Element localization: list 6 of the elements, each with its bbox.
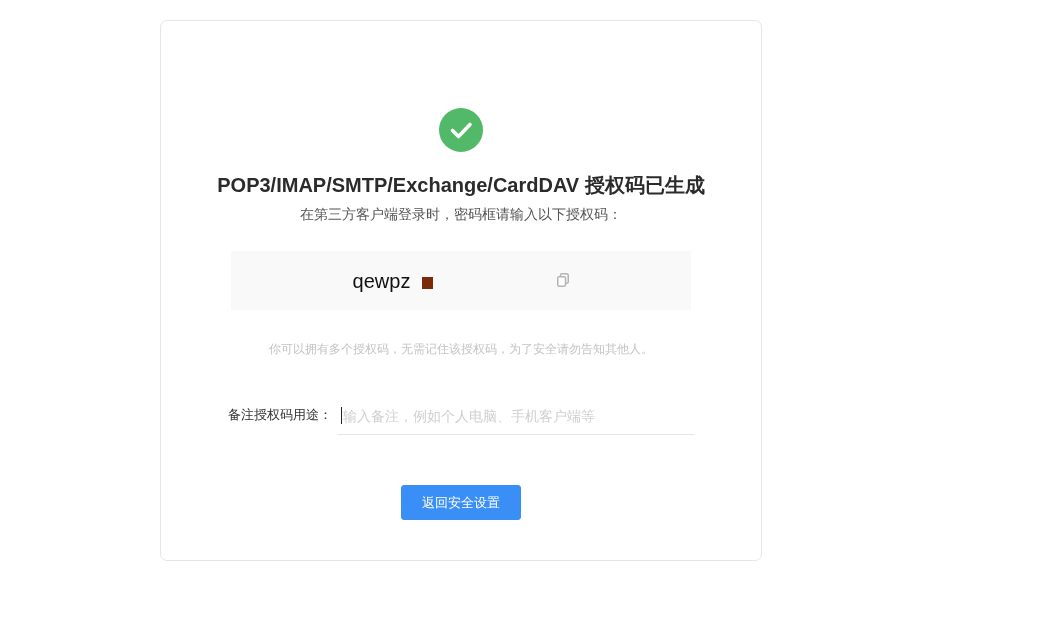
page-title: POP3/IMAP/SMTP/Exchange/CardDAV 授权码已生成 [217,173,705,197]
auth-code-text: qewpz [352,268,411,293]
remark-label: 备注授权码用途： [228,406,332,424]
back-to-security-settings-button[interactable]: 返回安全设置 [401,485,521,520]
instruction-text: 在第三方客户端登录时，密码框请输入以下授权码： [300,205,622,223]
copy-icon[interactable] [557,272,570,287]
